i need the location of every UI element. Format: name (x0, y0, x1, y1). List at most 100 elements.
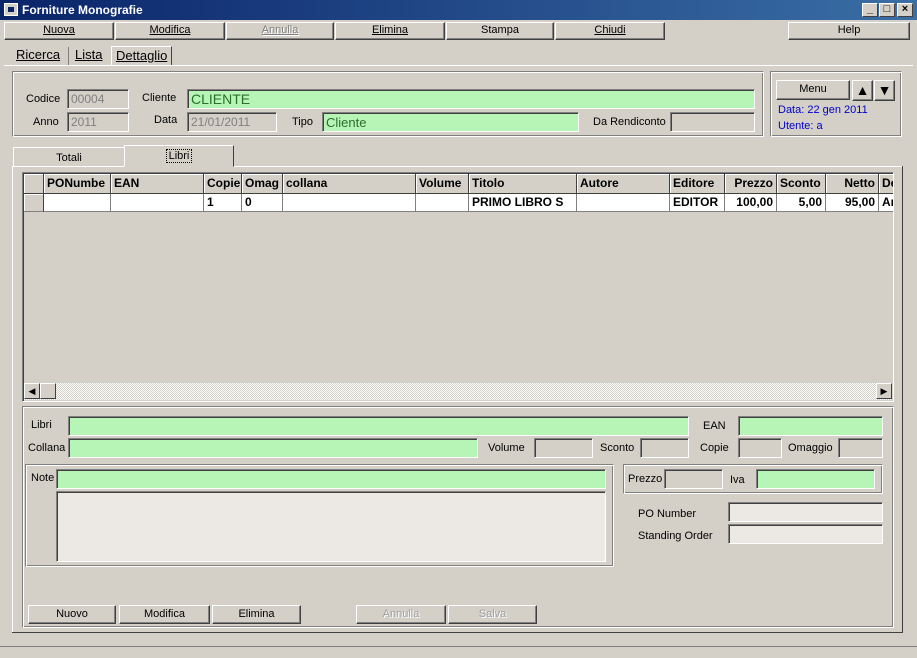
cell-netto[interactable]: 95,00 (826, 194, 879, 212)
cell-editore[interactable]: EDITOR (670, 194, 725, 212)
scroll-left-icon[interactable]: ◀ (24, 383, 40, 399)
ponumber-field[interactable] (728, 502, 883, 522)
anno-field[interactable]: 2011 (67, 112, 129, 132)
nuovo-label: Nuovo (56, 608, 88, 620)
nuova-button[interactable]: Nuova (4, 22, 114, 40)
cell-ponumber[interactable] (44, 194, 111, 212)
close-icon[interactable]: × (897, 3, 913, 17)
libri-field[interactable] (68, 416, 689, 436)
maximize-icon[interactable]: □ (879, 3, 895, 17)
books-grid[interactable]: PONumbe EAN Copie Omag collana Volume Ti… (22, 172, 894, 402)
tab-ricerca[interactable]: Ricerca (12, 46, 64, 66)
elimina-libro-button[interactable]: Elimina (212, 605, 301, 624)
sconto-label: Sconto (600, 442, 635, 454)
row-selector[interactable] (24, 194, 44, 212)
help-label: Help (837, 24, 861, 36)
tab-libri[interactable]: Libri (124, 145, 234, 167)
tab-totali-label: Totali (56, 152, 82, 164)
modifica-libro-button[interactable]: Modifica (119, 605, 210, 624)
scroll-right-icon[interactable]: ▶ (876, 383, 892, 399)
annulla-button[interactable]: Annulla (226, 22, 334, 40)
grid-header-autore[interactable]: Autore (577, 174, 670, 194)
cell-autore[interactable] (577, 194, 670, 212)
codice-label: Codice (26, 93, 61, 105)
omaggio-field[interactable] (838, 438, 883, 458)
chiudi-button[interactable]: Chiudi (555, 22, 665, 40)
standing-order-field[interactable] (728, 524, 883, 544)
rendiconto-label: Da Rendiconto (593, 116, 666, 128)
grid-header-editore[interactable]: Editore (670, 174, 725, 194)
ponumber-label: PO Number (638, 508, 697, 520)
tab-divider (4, 65, 913, 66)
sconto-field[interactable] (640, 438, 689, 458)
note-field[interactable] (56, 469, 606, 489)
grid-header-prezzo[interactable]: Prezzo (725, 174, 777, 194)
stampa-button[interactable]: Stampa (446, 22, 554, 40)
arrow-down-icon[interactable]: ▼ (874, 80, 895, 101)
minimize-icon[interactable]: _ (862, 3, 878, 17)
ean-field[interactable] (738, 416, 883, 436)
tab-dettaglio[interactable]: Dettaglio (111, 46, 173, 66)
data-field[interactable]: 21/01/2011 (187, 112, 277, 132)
grid-header: PONumbe EAN Copie Omag collana Volume Ti… (24, 174, 893, 194)
user-info: Utente: a (778, 120, 823, 132)
modifica-button[interactable]: Modifica (115, 22, 225, 40)
volume-label: Volume (488, 442, 525, 454)
grid-header-netto[interactable]: Netto (826, 174, 879, 194)
cell-volume[interactable] (416, 194, 469, 212)
arrow-up-icon[interactable]: ▲ (852, 80, 873, 101)
tab-lista[interactable]: Lista (71, 46, 106, 66)
tab-dettaglio-label: Dettaglio (116, 48, 168, 63)
omaggio-label: Omaggio (788, 442, 833, 454)
cell-sconto[interactable]: 5,00 (777, 194, 826, 212)
grid-header-collana[interactable]: collana (283, 174, 416, 194)
elimina-button[interactable]: Elimina (335, 22, 445, 40)
chiudi-label: Chiudi (594, 24, 626, 36)
ean-label: EAN (703, 420, 726, 432)
cell-omaggio[interactable]: 0 (242, 194, 283, 212)
salva-button[interactable]: Salva (448, 605, 537, 624)
cell-copie[interactable]: 1 (204, 194, 242, 212)
menu-button[interactable]: Menu (776, 80, 850, 100)
status-bar (0, 646, 917, 658)
grid-header-de[interactable]: De (879, 174, 893, 194)
copie-label: Copie (700, 442, 729, 454)
volume-field[interactable] (534, 438, 593, 458)
app-icon (4, 3, 18, 16)
grid-header-copie[interactable]: Copie (204, 174, 242, 194)
iva-field[interactable] (756, 469, 875, 489)
prezzo-field[interactable] (664, 469, 723, 489)
title-bar: Forniture Monografie _ □ × (0, 0, 917, 20)
annulla-label: Annulla (261, 24, 299, 36)
scroll-thumb[interactable] (40, 383, 56, 399)
tab-totali[interactable]: Totali (13, 147, 125, 167)
cliente-field[interactable]: CLIENTE (187, 89, 755, 109)
grid-header-volume[interactable]: Volume (416, 174, 469, 194)
annulla-libro-button[interactable]: Annulla (356, 605, 446, 624)
tipo-field[interactable]: Cliente (322, 112, 579, 132)
cell-prezzo[interactable]: 100,00 (725, 194, 777, 212)
collana-field[interactable] (68, 438, 478, 458)
nuovo-button[interactable]: Nuovo (28, 605, 116, 624)
cliente-label: Cliente (142, 92, 177, 104)
table-row[interactable]: 1 0 PRIMO LIBRO S EDITOR 100,00 5,00 95,… (24, 194, 893, 212)
note-label: Note (31, 472, 55, 484)
horizontal-scrollbar[interactable]: ◀ ▶ (24, 383, 892, 400)
cell-collana[interactable] (283, 194, 416, 212)
copie-field[interactable] (738, 438, 782, 458)
grid-header-sconto[interactable]: Sconto (777, 174, 826, 194)
cell-ean[interactable] (111, 194, 204, 212)
grid-header-titolo[interactable]: Titolo (469, 174, 577, 194)
rendiconto-field[interactable] (670, 112, 755, 132)
tab-libri-label: Libri (165, 149, 193, 163)
note-textarea[interactable] (56, 491, 606, 562)
cell-titolo[interactable]: PRIMO LIBRO S (469, 194, 577, 212)
help-button[interactable]: Help (788, 22, 910, 40)
cell-de[interactable]: Ar (879, 194, 893, 212)
iva-label: Iva (730, 474, 745, 486)
codice-field[interactable]: 00004 (67, 89, 129, 109)
modifica-libro-label: Modifica (144, 608, 185, 620)
grid-header-ean[interactable]: EAN (111, 174, 204, 194)
grid-header-omaggio[interactable]: Omag (242, 174, 283, 194)
grid-header-ponumber[interactable]: PONumbe (44, 174, 111, 194)
